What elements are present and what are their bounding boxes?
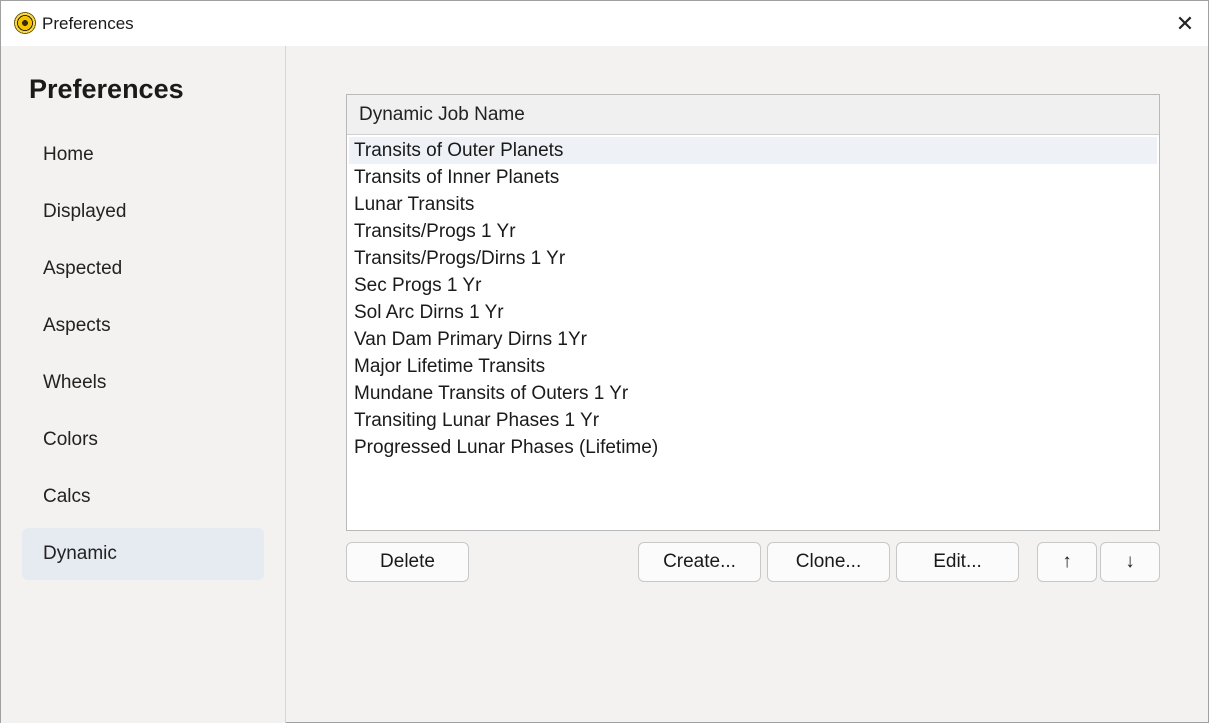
list-item[interactable]: Transits/Progs 1 Yr [349, 218, 1157, 245]
title-bar: Preferences ✕ [1, 1, 1208, 46]
sidebar-item-aspects[interactable]: Aspects [22, 300, 264, 352]
sidebar-item-colors[interactable]: Colors [22, 414, 264, 466]
arrow-down-icon: ↓ [1125, 551, 1135, 572]
sidebar: Preferences Home Displayed Aspected Aspe… [1, 46, 286, 723]
list-item[interactable]: Sec Progs 1 Yr [349, 272, 1157, 299]
move-down-button[interactable]: ↓ [1100, 542, 1160, 582]
list-item[interactable]: Lunar Transits [349, 191, 1157, 218]
move-up-button[interactable]: ↑ [1037, 542, 1097, 582]
clone-button[interactable]: Clone... [767, 542, 890, 582]
preferences-window: Preferences ✕ Preferences Home Displayed… [0, 0, 1209, 723]
app-sun-icon [14, 12, 36, 34]
column-header-job-name[interactable]: Dynamic Job Name [347, 95, 1159, 135]
sidebar-item-displayed[interactable]: Displayed [22, 186, 264, 238]
window-title: Preferences [42, 14, 134, 33]
sidebar-item-aspected[interactable]: Aspected [22, 243, 264, 295]
list-item[interactable]: Transits of Inner Planets [349, 164, 1157, 191]
list-item[interactable]: Transits of Outer Planets [349, 137, 1157, 164]
list-item[interactable]: Transiting Lunar Phases 1 Yr [349, 407, 1157, 434]
list-item[interactable]: Major Lifetime Transits [349, 353, 1157, 380]
sidebar-item-calcs[interactable]: Calcs [22, 471, 264, 523]
sidebar-item-wheels[interactable]: Wheels [22, 357, 264, 409]
arrow-up-icon: ↑ [1062, 551, 1072, 572]
delete-button[interactable]: Delete [346, 542, 469, 582]
list-item[interactable]: Progressed Lunar Phases (Lifetime) [349, 434, 1157, 461]
dynamic-job-list[interactable]: Dynamic Job Name Transits of Outer Plane… [346, 94, 1160, 531]
sidebar-title: Preferences [29, 74, 184, 104]
close-button[interactable]: ✕ [1162, 1, 1208, 46]
sidebar-item-dynamic[interactable]: Dynamic [22, 528, 264, 580]
list-item[interactable]: Van Dam Primary Dirns 1Yr [349, 326, 1157, 353]
list-item[interactable]: Transits/Progs/Dirns 1 Yr [349, 245, 1157, 272]
close-icon: ✕ [1175, 10, 1195, 36]
content-pane: Dynamic Job Name Transits of Outer Plane… [287, 46, 1208, 723]
sidebar-item-home[interactable]: Home [22, 129, 264, 181]
list-item[interactable]: Mundane Transits of Outers 1 Yr [349, 380, 1157, 407]
list-rows: Transits of Outer Planets Transits of In… [347, 135, 1159, 461]
list-item[interactable]: Sol Arc Dirns 1 Yr [349, 299, 1157, 326]
edit-button[interactable]: Edit... [896, 542, 1019, 582]
create-button[interactable]: Create... [638, 542, 761, 582]
